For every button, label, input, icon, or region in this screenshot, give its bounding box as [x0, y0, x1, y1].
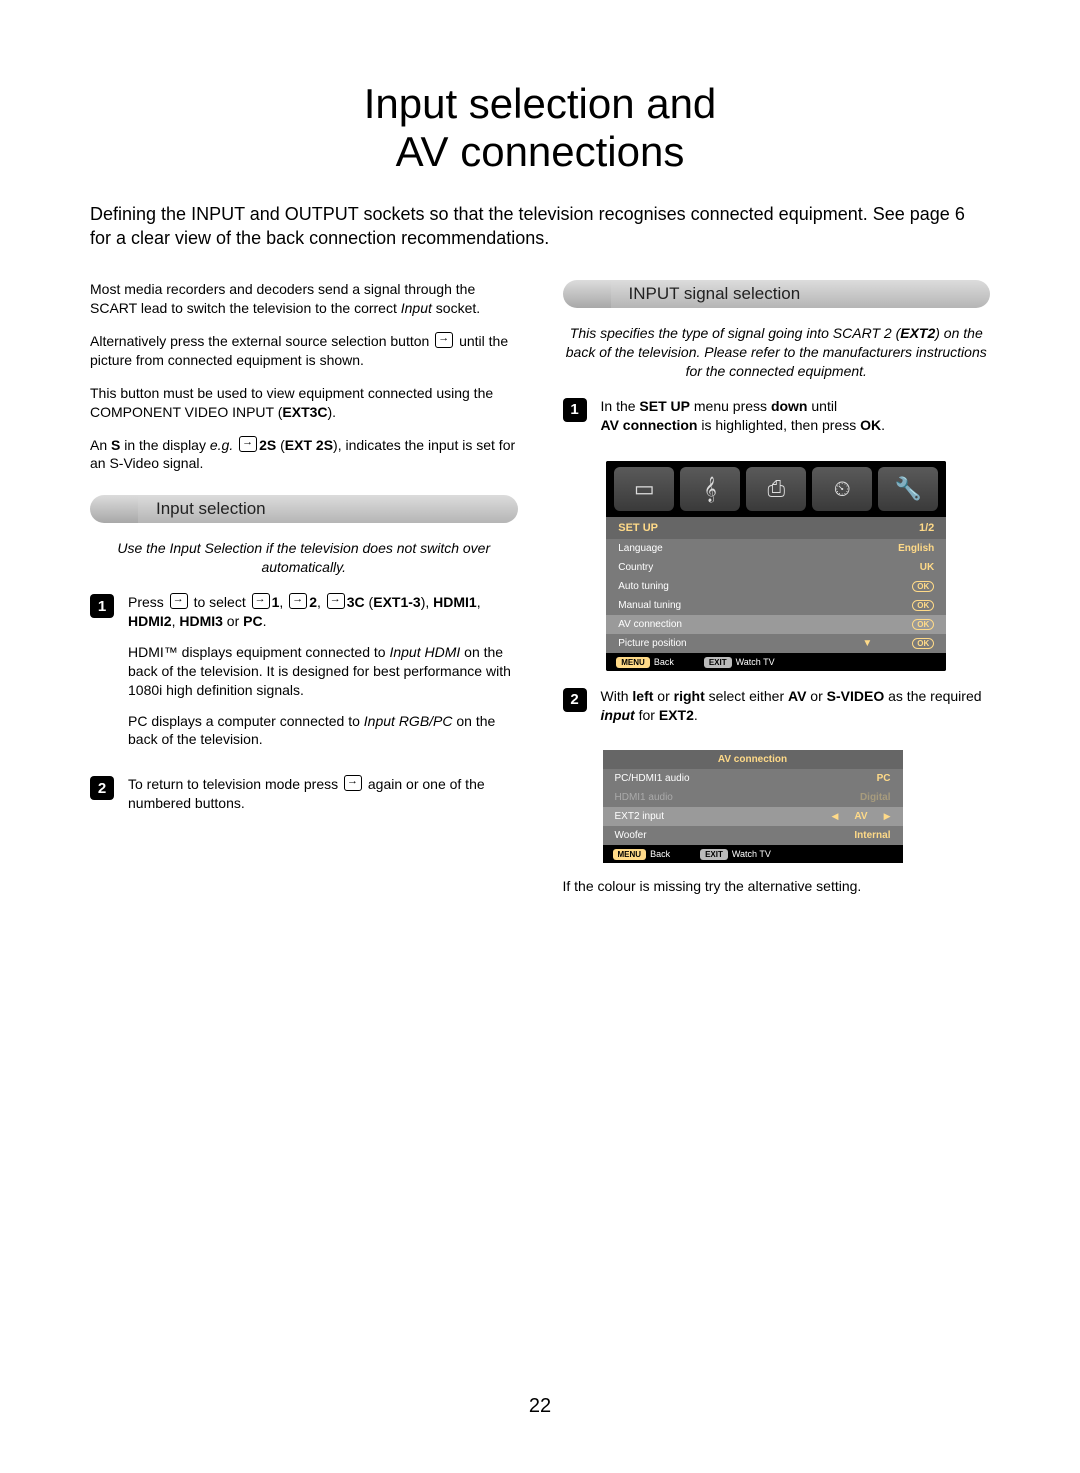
menu-row: Auto tuning OK [606, 577, 946, 596]
setup-icon: 🔧 [878, 467, 938, 511]
section-label: Input selection [138, 495, 518, 523]
menu-pill: MENU [616, 657, 650, 668]
step-number-icon: 2 [90, 776, 114, 800]
page-intro: Defining the INPUT and OUTPUT sockets so… [90, 202, 990, 251]
step1-p3: PC displays a computer connected to Inpu… [128, 712, 518, 750]
step-2: 2 To return to television mode press aga… [90, 775, 518, 825]
timer-icon: ⏲ [812, 467, 872, 511]
exit-pill: EXIT [700, 849, 728, 860]
menu-row-value: AV [854, 811, 867, 822]
section-label: INPUT signal selection [611, 280, 991, 308]
section-intro: Use the Input Selection if the televisio… [90, 539, 518, 577]
input-source-icon [170, 593, 188, 609]
input-source-icon [344, 775, 362, 791]
menu-row: Country UK [606, 558, 946, 577]
menu2-watch-label: Watch TV [732, 849, 771, 859]
menu2-title: AV connection [603, 750, 903, 769]
section-intro-right: This specifies the type of signal going … [563, 324, 991, 381]
menu-row-label: Language [618, 543, 663, 554]
menu-pill: MENU [613, 849, 647, 860]
input-source-icon [435, 332, 453, 348]
sound-icon: 𝄞 [680, 467, 740, 511]
menu-footer: MENU Back EXIT Watch TV [606, 653, 946, 671]
menu-row: PC/HDMI1 audio PC [603, 769, 903, 788]
menu-row-label: Woofer [615, 830, 647, 841]
menu-row: HDMI1 audio Digital [603, 788, 903, 807]
para-alt-press: Alternatively press the external source … [90, 332, 518, 370]
ok-badge: OK [912, 581, 934, 592]
para-svideo: An S in the display e.g. 2S (EXT 2S), in… [90, 436, 518, 474]
chevron-right-icon: ▶ [884, 811, 891, 822]
menu-row-label: AV connection [618, 619, 682, 630]
menu-title-row: SET UP 1/2 [606, 517, 946, 539]
section-input-signal: INPUT signal selection [563, 280, 991, 308]
page: Input selection and AV connections Defin… [0, 0, 1080, 1473]
section-bar-icon [563, 280, 611, 308]
input-source-icon [252, 593, 270, 609]
title-line2: AV connections [396, 128, 685, 175]
step-1: 1 Press to select 1, 2, 3C (EXT1-3), HDM… [90, 593, 518, 761]
menu-row-label: Country [618, 562, 653, 573]
menu-row-value: English [898, 543, 934, 554]
menu-row-value: UK [920, 562, 934, 573]
menu-row-value: PC [877, 773, 891, 784]
r-step1-text: In the SET UP menu press down until AV c… [601, 397, 991, 435]
step1-p2: HDMI™ displays equipment connected to In… [128, 643, 518, 700]
menu2-back-label: Back [650, 849, 670, 859]
menu-row-label: Manual tuning [618, 600, 681, 611]
r-step-2: 2 With left or right select either AV or… [563, 687, 991, 737]
step2-p1: To return to television mode press again… [128, 775, 518, 813]
picture-icon: ▭ [614, 467, 674, 511]
step-number-icon: 2 [563, 688, 587, 712]
feature-icon: ⎙ [746, 467, 806, 511]
menu-row: Woofer Internal [603, 826, 903, 845]
right-column: INPUT signal selection This specifies th… [563, 280, 991, 910]
menu-row-label: Picture position [618, 638, 686, 649]
closing-note: If the colour is missing try the alterna… [563, 877, 991, 896]
menu2-footer: MENUBack EXIT Watch TV [603, 845, 903, 863]
menu-row: Manual tuning OK [606, 596, 946, 615]
step-number-icon: 1 [90, 594, 114, 618]
para-scart: Most media recorders and decoders send a… [90, 280, 518, 318]
ok-badge: OK [912, 638, 934, 649]
menu-watch-label: Watch TV [736, 657, 775, 667]
input-source-icon [327, 593, 345, 609]
r-step-1: 1 In the SET UP menu press down until AV… [563, 397, 991, 447]
para-component: This button must be used to view equipme… [90, 384, 518, 422]
section-input-selection: Input selection [90, 495, 518, 523]
setup-menu-screenshot: ▭ 𝄞 ⎙ ⏲ 🔧 SET UP 1/2 Language English Coun… [606, 461, 946, 671]
r-step2-text: With left or right select either AV or S… [601, 687, 991, 725]
menu-row-label: EXT2 input [615, 811, 664, 822]
exit-pill: EXIT [704, 657, 732, 668]
menu-row: Picture position ▼ OK [606, 634, 946, 653]
menu-page: 1/2 [919, 522, 934, 534]
menu-row: EXT2 input ◀ AV ▶ [603, 807, 903, 826]
menu-title: SET UP [618, 522, 658, 534]
menu-row-label: Auto tuning [618, 581, 669, 592]
input-source-icon [289, 593, 307, 609]
title-line1: Input selection and [364, 80, 717, 127]
menu-row-label: PC/HDMI1 audio [615, 773, 690, 784]
av-connection-menu-screenshot: AV connection PC/HDMI1 audio PC HDMI1 audi… [603, 750, 903, 863]
input-source-icon [239, 436, 257, 452]
section-bar-icon [90, 495, 138, 523]
page-number: 22 [0, 1395, 1080, 1418]
menu-row: Language English [606, 539, 946, 558]
chevron-down-icon: ▼ [862, 638, 872, 649]
menu-back-label: Back [654, 657, 674, 667]
menu-row-value: Internal [854, 830, 890, 841]
menu-row-value: Digital [860, 792, 891, 803]
menu-row: AV connection OK [606, 615, 946, 634]
menu-row-label: HDMI1 audio [615, 792, 673, 803]
menu-icon-row: ▭ 𝄞 ⎙ ⏲ 🔧 [606, 461, 946, 517]
ok-badge: OK [912, 600, 934, 611]
step1-p1: Press to select 1, 2, 3C (EXT1-3), HDMI1… [128, 593, 518, 631]
step-number-icon: 1 [563, 398, 587, 422]
left-column: Most media recorders and decoders send a… [90, 280, 518, 910]
chevron-left-icon: ◀ [832, 811, 839, 822]
page-title: Input selection and AV connections [90, 80, 990, 177]
ok-badge: OK [912, 619, 934, 630]
